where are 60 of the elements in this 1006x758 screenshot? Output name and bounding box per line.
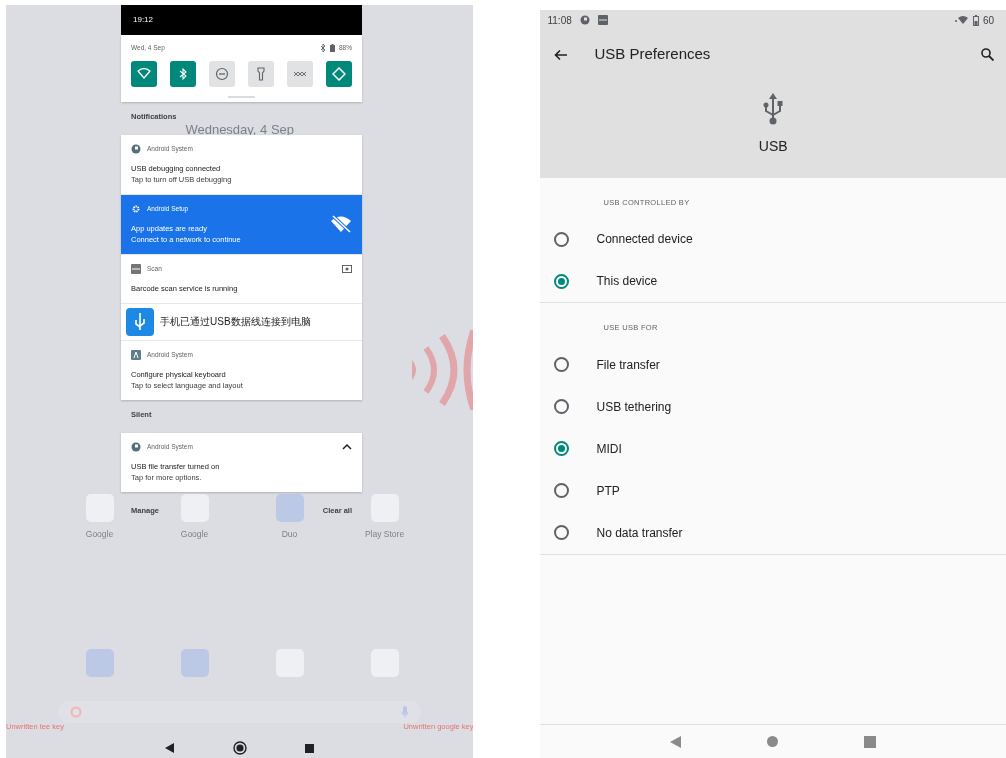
app-icon [131, 441, 141, 452]
radio-option[interactable]: USB tethering [540, 385, 1006, 428]
back-icon[interactable] [165, 743, 176, 753]
radio-option[interactable]: Connected device [540, 218, 1006, 261]
search-icon[interactable] [981, 48, 994, 61]
camera-icon [342, 264, 352, 274]
quick-settings-tile[interactable] [131, 60, 157, 87]
home-icon[interactable] [233, 741, 248, 755]
microphone-icon [401, 705, 410, 718]
radio-option[interactable]: PTP [540, 469, 1006, 512]
usb-label: USB [758, 137, 788, 156]
quick-settings-tile[interactable] [209, 60, 235, 87]
quick-settings-tile[interactable] [170, 60, 196, 87]
app-label: Google [180, 528, 209, 541]
radio-button[interactable] [554, 399, 570, 414]
radio-button[interactable] [554, 483, 570, 498]
radio-button[interactable] [554, 525, 570, 540]
home-date: Wednesday, 4 Sep [184, 122, 296, 137]
app-icon [131, 349, 141, 360]
rotate-icon [332, 66, 346, 81]
quick-settings-tile[interactable] [326, 60, 352, 87]
collapse-icon[interactable] [342, 443, 352, 451]
app-label: Play Store [364, 528, 405, 541]
battery-icon [330, 43, 335, 52]
radio-button[interactable] [554, 357, 570, 372]
status-time: 19:12 [133, 14, 154, 26]
radio-option[interactable]: No data transfer [540, 511, 1006, 554]
quick-settings-tile[interactable] [287, 60, 313, 87]
battery-level: 60 [982, 13, 994, 28]
bluetooth-icon [320, 43, 326, 52]
notification[interactable]: 手机已通过USB数据线连接到电脑 [121, 302, 362, 340]
do-not-disturb-icon [215, 66, 229, 81]
g-logo-icon [70, 705, 82, 718]
app-label: Duo [281, 528, 298, 541]
radio-option[interactable]: MIDI [540, 427, 1006, 470]
recents-icon[interactable] [305, 743, 315, 753]
radio-option[interactable]: File transfer [540, 343, 1006, 386]
radio-button[interactable] [554, 231, 570, 247]
notification-app-icon [579, 15, 590, 25]
wifi-icon [954, 15, 969, 25]
app-icon [131, 143, 141, 154]
radio-option[interactable]: This device [540, 260, 1006, 303]
quick-settings-tile[interactable] [248, 60, 274, 87]
drag-handle[interactable] [228, 95, 255, 98]
usb-app-icon [126, 307, 154, 336]
flashlight-icon [254, 66, 268, 81]
notification-title: 手机已通过USB数据线连接到电脑 [160, 315, 311, 330]
page-title: USB Preferences [594, 44, 712, 65]
status-time: 11:08 [547, 13, 572, 28]
usb-icon [762, 93, 785, 127]
app-icon [131, 263, 141, 274]
battery-icon [972, 14, 979, 26]
radio-button[interactable] [554, 273, 570, 289]
back-arrow-icon[interactable] [554, 48, 569, 61]
app-icon [131, 203, 141, 214]
wifi-icon [137, 66, 151, 81]
scan-app-icon [597, 15, 608, 25]
wifi-off-icon [330, 215, 352, 234]
app-label: Google [85, 528, 114, 541]
radio-button[interactable] [554, 441, 570, 456]
